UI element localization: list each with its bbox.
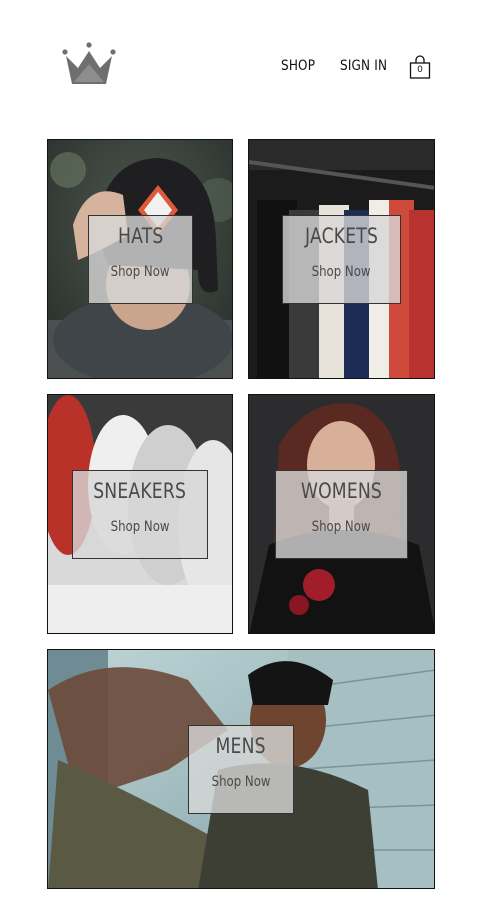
sneakers-label-box: SNEAKERS Shop Now [72,470,208,559]
category-title: WOMENS [300,479,383,503]
category-title: MENS [215,734,267,758]
category-tile-hats[interactable]: HATS Shop Now [47,139,233,379]
nav-shop-link[interactable]: SHOP [281,58,315,74]
hats-label-box: HATS Shop Now [88,215,193,304]
category-tile-jackets[interactable]: JACKETS Shop Now [248,139,435,379]
womens-label-box: WOMENS Shop Now [275,470,408,559]
shop-now-link[interactable]: Shop Now [111,519,170,535]
category-tile-sneakers[interactable]: SNEAKERS Shop Now [47,394,233,634]
category-title: SNEAKERS [93,479,187,503]
mens-label-box: MENS Shop Now [188,725,294,814]
shop-now-link[interactable]: Shop Now [212,774,271,790]
cart-button[interactable]: 0 [409,55,431,79]
shop-now-link[interactable]: Shop Now [312,264,371,280]
nav-sign-in-link[interactable]: SIGN IN [340,58,387,74]
shop-now-link[interactable]: Shop Now [312,519,371,535]
cart-count: 0 [417,65,423,75]
category-tile-womens[interactable]: WOMENS Shop Now [248,394,435,634]
jackets-label-box: JACKETS Shop Now [282,215,401,304]
category-tile-mens[interactable]: MENS Shop Now [47,649,435,889]
crown-icon[interactable] [60,42,118,86]
shop-now-link[interactable]: Shop Now [111,264,170,280]
category-title: JACKETS [304,224,379,248]
category-title: HATS [117,224,164,248]
